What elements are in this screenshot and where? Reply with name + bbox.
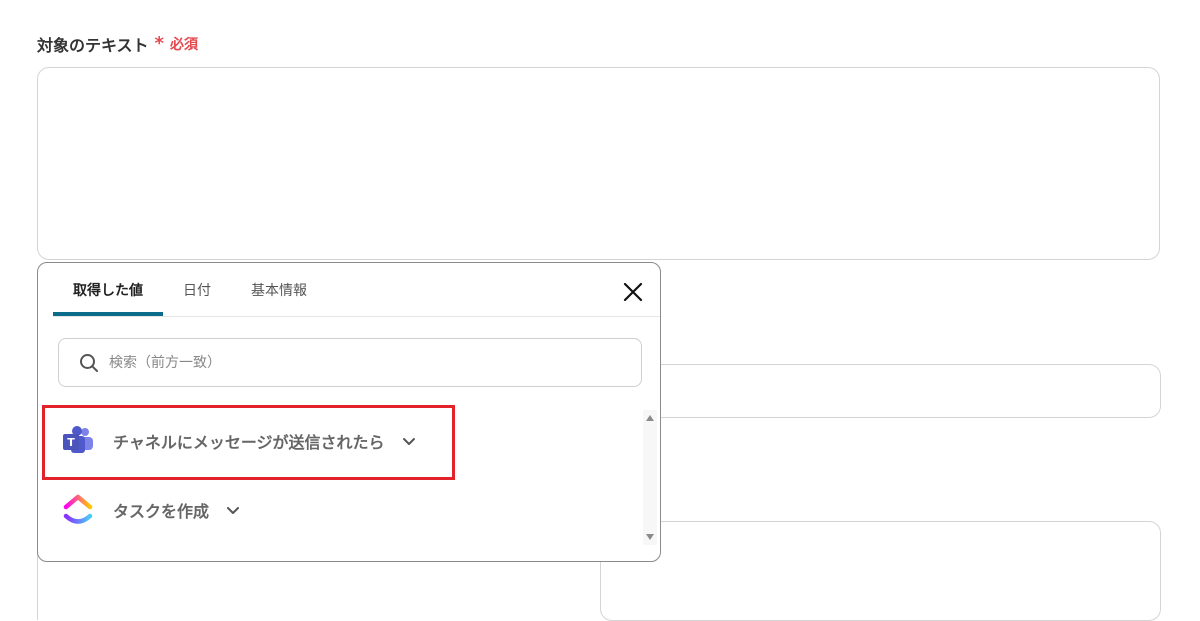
field-label: 対象のテキスト	[37, 36, 149, 55]
list-item-create-task[interactable]: タスクを作成	[61, 493, 241, 527]
highlight-box	[42, 405, 455, 480]
required-star: *	[154, 33, 164, 54]
tab-obtained-values[interactable]: 取得した値	[53, 263, 163, 316]
close-icon[interactable]	[622, 281, 644, 303]
chevron-down-icon[interactable]	[225, 502, 241, 518]
search-input[interactable]	[107, 353, 591, 372]
scroll-down-icon[interactable]	[646, 534, 654, 540]
background-field-lower[interactable]	[600, 521, 1161, 621]
required-badge: 必須	[169, 37, 198, 53]
list-item-label: タスクを作成	[113, 502, 210, 521]
target-text-textarea[interactable]	[37, 67, 1160, 260]
search-icon	[79, 353, 99, 373]
search-box[interactable]	[58, 338, 642, 387]
scrollbar[interactable]	[643, 410, 657, 545]
tab-divider	[53, 316, 660, 317]
tab-basic-info[interactable]: 基本情報	[231, 263, 327, 316]
background-field[interactable]	[600, 364, 1161, 418]
tab-date[interactable]: 日付	[163, 263, 231, 316]
scroll-up-icon[interactable]	[646, 415, 654, 421]
clickup-icon	[61, 493, 95, 527]
field-label-container: 対象のテキスト * 必須	[37, 32, 198, 56]
tab-bar: 取得した値 日付 基本情報	[53, 263, 327, 316]
